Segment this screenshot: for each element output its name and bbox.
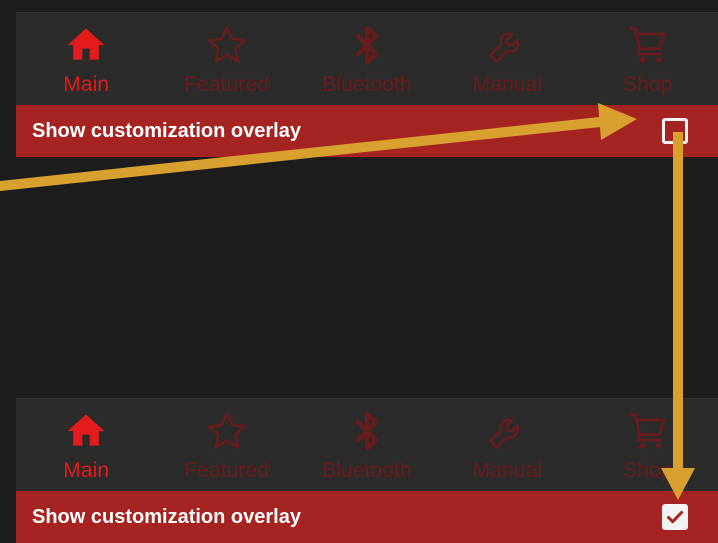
nav-item-main[interactable]: Main <box>16 399 156 491</box>
home-icon <box>67 414 105 446</box>
nav-item-shop[interactable]: Shop <box>578 13 718 105</box>
checkmark-icon <box>667 511 683 524</box>
bluetooth-icon <box>355 411 379 451</box>
customization-overlay-checkbox-checked[interactable] <box>662 504 688 530</box>
cart-icon <box>629 27 665 63</box>
nav-item-manual[interactable]: Manual <box>437 13 577 105</box>
nav-item-manual[interactable]: Manual <box>437 399 577 491</box>
customization-overlay-label: Show customization overlay <box>32 119 301 142</box>
nav-item-bluetooth[interactable]: Bluetooth <box>297 399 437 491</box>
nav-label: Featured <box>184 73 270 96</box>
bottom-nav: Main Featured Bluetooth Manual Shop <box>16 398 718 491</box>
bottom-nav: Main Featured Bluetooth Manual Shop <box>16 12 718 105</box>
nav-item-bluetooth[interactable]: Bluetooth <box>297 13 437 105</box>
cart-icon <box>629 413 665 449</box>
home-icon <box>67 28 105 60</box>
customization-overlay-checkbox[interactable] <box>662 118 688 144</box>
nav-item-shop[interactable]: Shop <box>578 399 718 491</box>
nav-label: Manual <box>472 73 543 96</box>
nav-item-main[interactable]: Main <box>16 13 156 105</box>
bluetooth-icon <box>355 25 379 65</box>
nav-label: Shop <box>623 73 673 96</box>
nav-label: Main <box>63 73 110 96</box>
customization-overlay-row[interactable]: Show customization overlay <box>16 105 718 157</box>
star-icon <box>207 26 246 63</box>
customization-overlay-row[interactable]: Show customization overlay <box>16 491 718 543</box>
wrench-icon <box>489 32 520 63</box>
star-icon <box>207 412 246 449</box>
nav-label: Bluetooth <box>322 73 412 96</box>
wrench-icon <box>489 418 520 449</box>
nav-label: Manual <box>472 459 543 482</box>
customization-overlay-label: Show customization overlay <box>32 505 301 528</box>
nav-label: Main <box>63 459 110 482</box>
nav-label: Bluetooth <box>322 459 412 482</box>
nav-label: Shop <box>623 459 673 482</box>
nav-item-featured[interactable]: Featured <box>156 399 296 491</box>
app-panel-before: Main Featured Bluetooth Manual Shop Show… <box>16 12 718 157</box>
nav-label: Featured <box>184 459 270 482</box>
nav-item-featured[interactable]: Featured <box>156 13 296 105</box>
app-panel-after: Main Featured Bluetooth Manual Shop Show… <box>16 398 718 543</box>
